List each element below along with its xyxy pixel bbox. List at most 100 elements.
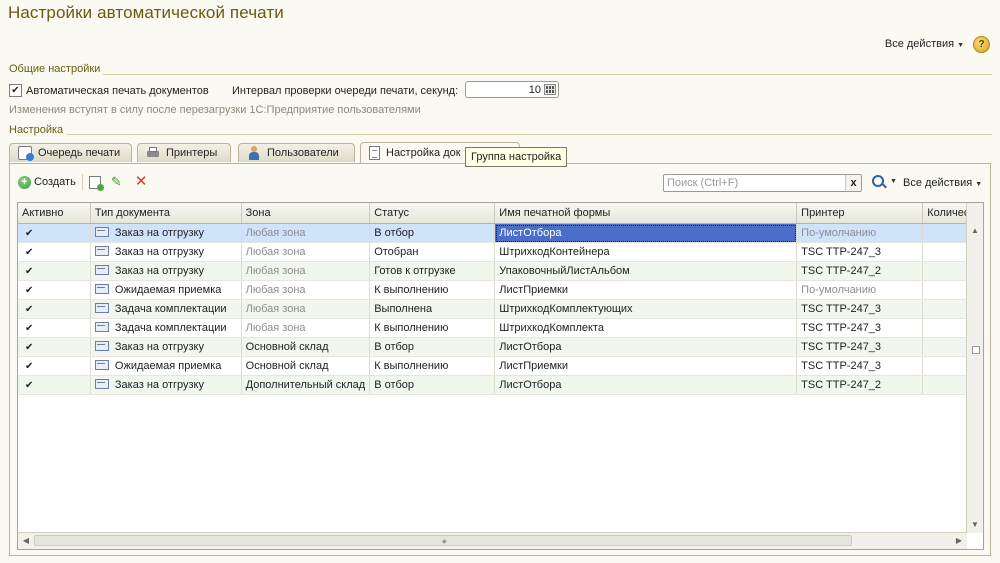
table-row[interactable]: ✔ Ожидаемая приемка Любая зона К выполне… <box>18 280 983 300</box>
status-cell[interactable]: В отбор <box>369 375 496 395</box>
status-cell[interactable]: К выполнению <box>369 356 496 376</box>
scroll-up-arrow-icon[interactable]: ▲ <box>967 223 983 239</box>
active-cell[interactable]: ✔ <box>18 356 91 376</box>
table-header: Активно Тип документа Зона Статус Имя пе… <box>18 203 983 224</box>
table-row[interactable]: ✔ Заказ на отгрузку Основной склад В отб… <box>18 337 983 357</box>
table-row[interactable]: ✔ Ожидаемая приемка Основной склад К вып… <box>18 356 983 376</box>
doc-type-cell[interactable]: Заказ на отгрузку <box>90 242 242 262</box>
active-cell[interactable]: ✔ <box>18 337 91 357</box>
zone-cell[interactable]: Любая зона <box>241 299 371 319</box>
zone-cell[interactable]: Дополнительный склад <box>241 375 371 395</box>
table-row[interactable]: ✔ Заказ на отгрузку Любая зона Отобран Ш… <box>18 242 983 262</box>
zone-cell[interactable]: Любая зона <box>241 280 371 300</box>
form-cell[interactable]: ШтрихкодКонтейнера <box>494 242 798 262</box>
active-cell[interactable]: ✔ <box>18 318 91 338</box>
printer-cell[interactable]: TSC TTP-247_3 <box>796 242 924 262</box>
status-cell[interactable]: В отбор <box>369 337 496 357</box>
table-row[interactable]: ✔ Задача комплектации Любая зона К выпол… <box>18 318 983 338</box>
printer-cell[interactable]: TSC TTP-247_3 <box>796 318 924 338</box>
all-actions-label: Все действия <box>903 177 973 189</box>
printer-cell[interactable]: По-умолчанию <box>796 223 924 243</box>
auto-print-checkbox[interactable]: ✔ <box>9 84 22 97</box>
scroll-right-arrow-icon[interactable]: ▶ <box>951 533 967 549</box>
column-header[interactable]: Принтер <box>796 203 924 224</box>
printer-cell[interactable]: TSC TTP-247_2 <box>796 261 924 281</box>
form-cell[interactable]: ШтрихкодКомплекта <box>494 318 798 338</box>
search-input[interactable] <box>664 175 847 191</box>
document-settings-table[interactable]: Активно Тип документа Зона Статус Имя пе… <box>17 202 984 550</box>
doc-type-cell[interactable]: Заказ на отгрузку <box>90 375 242 395</box>
doc-type-cell[interactable]: Задача комплектации <box>90 318 242 338</box>
help-button[interactable]: ? <box>973 36 990 53</box>
form-cell[interactable]: ЛистПриемки <box>494 356 798 376</box>
horizontal-scrollbar[interactable]: ◀ ◆ ▶ <box>18 532 967 549</box>
table-row[interactable]: ✔ Заказ на отгрузку Любая зона В отбор Л… <box>18 223 983 243</box>
tab-printers[interactable]: Принтеры <box>137 143 231 162</box>
active-cell[interactable]: ✔ <box>18 242 91 262</box>
zone-cell[interactable]: Любая зона <box>241 242 371 262</box>
status-cell[interactable]: В отбор <box>369 223 496 243</box>
form-cell[interactable]: УпаковочныйЛистАльбом <box>494 261 798 281</box>
column-header[interactable]: Активно <box>18 203 91 224</box>
printer-cell[interactable]: TSC TTP-247_3 <box>796 299 924 319</box>
column-header[interactable]: Статус <box>369 203 496 224</box>
search-button[interactable]: ▼ <box>872 175 897 187</box>
scroll-down-arrow-icon[interactable]: ▼ <box>967 517 983 533</box>
zone-cell[interactable]: Любая зона <box>241 223 371 243</box>
document-type-icon <box>94 322 109 332</box>
edit-icon[interactable]: ✎ <box>111 175 125 189</box>
printer-cell[interactable]: По-умолчанию <box>796 280 924 300</box>
column-header[interactable]: Тип документа <box>90 203 242 224</box>
delete-icon[interactable]: ✕ <box>135 174 149 189</box>
vertical-scrollbar[interactable]: ▲ ▼ <box>966 203 983 533</box>
active-cell[interactable]: ✔ <box>18 280 91 300</box>
all-actions-menu[interactable]: Все действия ▼ <box>885 38 964 50</box>
column-header[interactable]: Имя печатной формы <box>494 203 798 224</box>
table-row[interactable]: ✔ Заказ на отгрузку Дополнительный склад… <box>18 375 983 395</box>
table-row[interactable]: ✔ Задача комплектации Любая зона Выполне… <box>18 299 983 319</box>
form-cell[interactable]: ШтрихкодКомплектующих <box>494 299 798 319</box>
doc-type-cell[interactable]: Ожидаемая приемка <box>90 356 242 376</box>
status-cell[interactable]: Отобран <box>369 242 496 262</box>
interval-input[interactable]: 10 <box>465 81 559 98</box>
form-cell[interactable]: ЛистОтбора <box>494 223 798 243</box>
doc-type-cell[interactable]: Заказ на отгрузку <box>90 337 242 357</box>
form-cell[interactable]: ЛистПриемки <box>494 280 798 300</box>
all-actions-menu[interactable]: Все действия ▼ <box>903 177 982 189</box>
copy-icon[interactable] <box>88 175 104 191</box>
active-cell[interactable]: ✔ <box>18 261 91 281</box>
printer-cell[interactable]: TSC TTP-247_3 <box>796 356 924 376</box>
create-button[interactable]: + Создать <box>18 175 76 189</box>
scroll-left-arrow-icon[interactable]: ◀ <box>18 533 34 549</box>
status-cell[interactable]: Выполнена <box>369 299 496 319</box>
printer-cell[interactable]: TSC TTP-247_3 <box>796 337 924 357</box>
zone-cell[interactable]: Основной склад <box>241 337 371 357</box>
zone-cell[interactable]: Любая зона <box>241 318 371 338</box>
status-cell[interactable]: К выполнению <box>369 318 496 338</box>
status-cell[interactable]: К выполнению <box>369 280 496 300</box>
zone-cell[interactable]: Любая зона <box>241 261 371 281</box>
active-cell[interactable]: ✔ <box>18 223 91 243</box>
search-field[interactable]: x <box>663 174 862 192</box>
tab-print-queue[interactable]: Очередь печати <box>9 143 132 162</box>
tab-label: Пользователи <box>267 147 339 159</box>
column-header[interactable]: Зона <box>241 203 371 224</box>
table-row[interactable]: ✔ Заказ на отгрузку Любая зона Готов к о… <box>18 261 983 281</box>
calculator-icon[interactable] <box>544 84 556 95</box>
active-cell[interactable]: ✔ <box>18 375 91 395</box>
printer-cell[interactable]: TSC TTP-247_2 <box>796 375 924 395</box>
form-cell[interactable]: ЛистОтбора <box>494 337 798 357</box>
doc-type-cell[interactable]: Ожидаемая приемка <box>90 280 242 300</box>
tab-users[interactable]: Пользователи <box>238 143 355 162</box>
doc-type-cell[interactable]: Заказ на отгрузку <box>90 223 242 243</box>
doc-type-cell[interactable]: Задача комплектации <box>90 299 242 319</box>
scroll-marker[interactable] <box>972 346 980 354</box>
auto-print-option[interactable]: ✔ Автоматическая печать документов <box>9 84 209 97</box>
doc-type-text: Ожидаемая приемка <box>114 360 222 372</box>
active-cell[interactable]: ✔ <box>18 299 91 319</box>
zone-cell[interactable]: Основной склад <box>241 356 371 376</box>
clear-search-button[interactable]: x <box>845 175 861 191</box>
status-cell[interactable]: Готов к отгрузке <box>369 261 496 281</box>
doc-type-cell[interactable]: Заказ на отгрузку <box>90 261 242 281</box>
form-cell[interactable]: ЛистОтбора <box>494 375 798 395</box>
